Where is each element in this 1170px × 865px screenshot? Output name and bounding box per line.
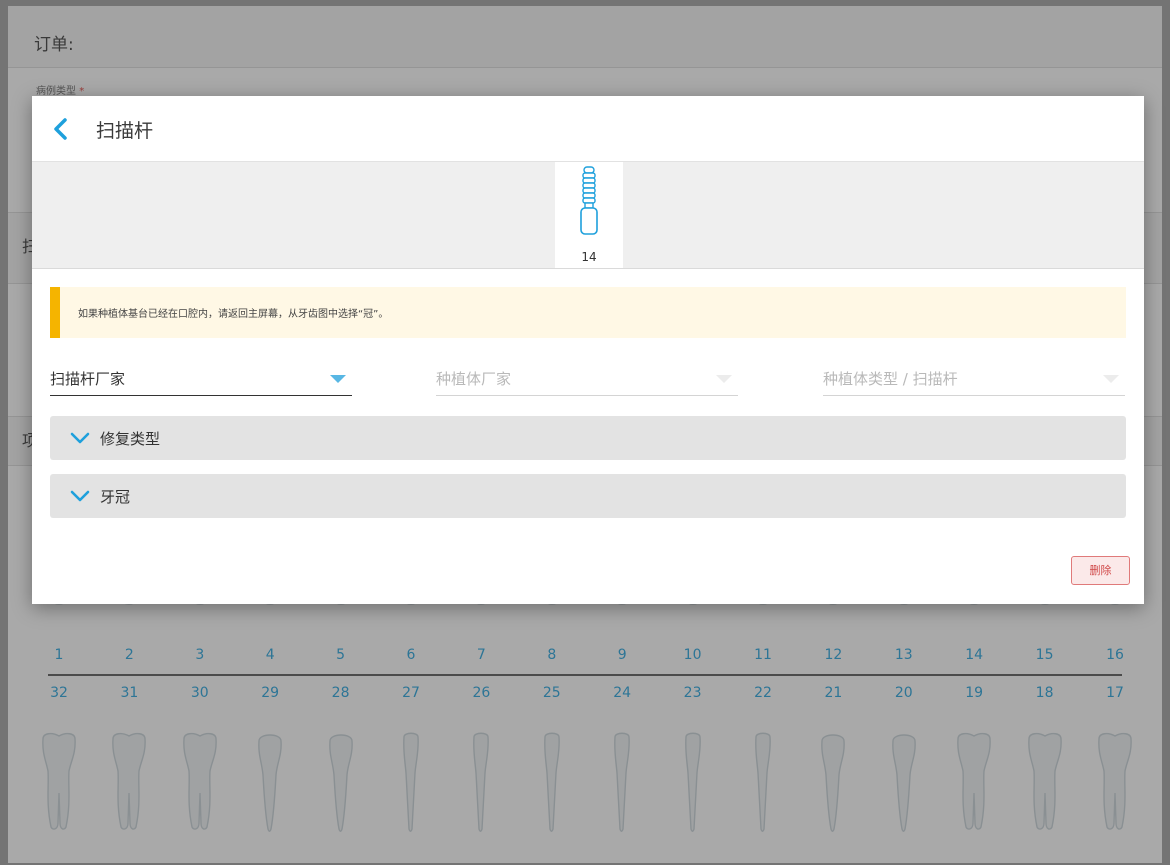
tooth-tile-14[interactable]: 14 <box>555 162 623 268</box>
caret-down-icon <box>716 375 732 383</box>
scanbody-icon <box>580 166 598 235</box>
dialog-header: 扫描杆 <box>32 96 1144 162</box>
caret-down-icon <box>330 375 346 383</box>
dialog-title: 扫描杆 <box>96 120 154 142</box>
info-alert: 如果种植体基台已经在口腔内，请返回主屏幕，从牙齿图中选择“冠”。 <box>50 287 1126 338</box>
back-button[interactable] <box>46 114 76 144</box>
alert-text: 如果种植体基台已经在口腔内，请返回主屏幕，从牙齿图中选择“冠”。 <box>78 309 389 320</box>
chevron-down-icon <box>70 432 90 444</box>
implant-manufacturer-select: 种植体厂家 <box>436 360 738 396</box>
scanbody-manufacturer-label: 扫描杆厂家 <box>50 370 126 388</box>
chevron-down-icon <box>70 490 90 502</box>
selected-tooth-strip: 14 <box>32 162 1144 269</box>
scanbody-manufacturer-select[interactable]: 扫描杆厂家 <box>50 360 352 396</box>
crown-accordion[interactable]: 牙冠 <box>50 474 1126 518</box>
restoration-type-label: 修复类型 <box>100 430 161 448</box>
crown-label: 牙冠 <box>100 488 131 506</box>
delete-button[interactable]: 删除 <box>1071 556 1130 585</box>
tooth-number: 14 <box>581 250 597 264</box>
implant-manufacturer-label: 种植体厂家 <box>436 370 512 388</box>
caret-down-icon <box>1103 375 1119 383</box>
chevron-left-icon <box>54 118 67 140</box>
scanbody-dialog: 扫描杆 14 如果种植体基台已经在口腔内，请返回主屏幕，从牙齿图中选择“冠”。 <box>32 96 1144 604</box>
implant-type-select: 种植体类型 / 扫描杆 <box>823 360 1125 396</box>
restoration-type-accordion[interactable]: 修复类型 <box>50 416 1126 460</box>
implant-type-label: 种植体类型 / 扫描杆 <box>823 370 958 388</box>
